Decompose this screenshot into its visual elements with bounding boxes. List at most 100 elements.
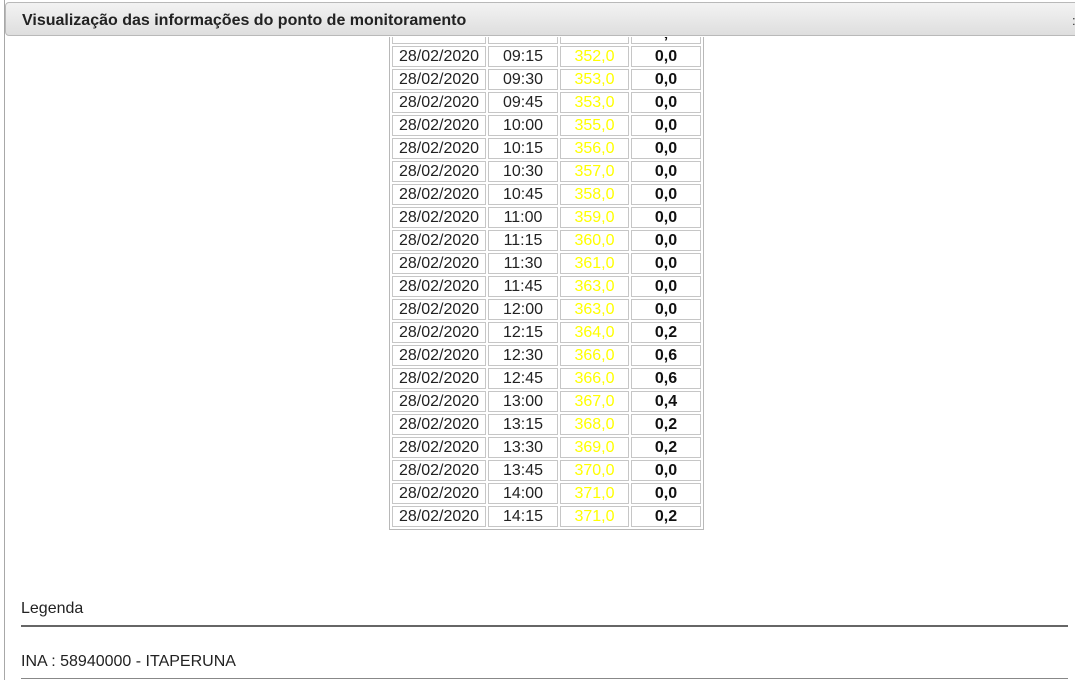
level-cell: 357,0 [560,161,629,182]
table-row: 28/02/2020 11:30 361,0 0,0 [392,253,701,274]
date-cell: 28/02/2020 [392,46,486,67]
rain-cell: 0,0 [631,299,701,320]
level-cell: 352,0 [560,46,629,67]
level-cell: 363,0 [560,276,629,297]
date-cell: 28/02/2020 [392,506,486,527]
date-cell: 28/02/2020 [392,368,486,389]
date-cell: 28/02/2020 [392,483,486,504]
level-cell: 358,0 [560,184,629,205]
date-cell: 28/02/2020 [392,69,486,90]
date-cell: 28/02/2020 [392,253,486,274]
table-row: 28/02/2020 14:15 371,0 0,2 [392,506,701,527]
level-cell: 371,0 [560,506,629,527]
time-cell: 11:00 [488,207,558,228]
date-cell: 28/02/2020 [392,276,486,297]
table-row: 28/02/2020 11:15 360,0 0,0 [392,230,701,251]
level-cell: 355,0 [560,115,629,136]
time-cell: 11:30 [488,253,558,274]
rain-cell: 0,4 [631,391,701,412]
table-row: 28/02/2020 12:00 363,0 0,0 [392,299,701,320]
station-divider [21,678,1068,679]
time-cell: 11:45 [488,276,558,297]
level-cell: 360,0 [560,230,629,251]
time-cell: 10:15 [488,138,558,159]
date-cell: 28/02/2020 [392,184,486,205]
time-cell: 12:00 [488,299,558,320]
rain-cell: 0,2 [631,437,701,458]
date-cell: 28/02/2020 [392,299,486,320]
table-row: 28/02/2020 13:00 367,0 0,4 [392,391,701,412]
level-cell: 363,0 [560,299,629,320]
level-cell: 359,0 [560,207,629,228]
table-row: 28/02/2020 10:00 355,0 0,0 [392,115,701,136]
table-row: 28/02/2020 12:45 366,0 0,6 [392,368,701,389]
monitoring-point-window: Visualização das informações do ponto de… [4,0,1075,680]
table-row: 28/02/2020 11:45 363,0 0,0 [392,276,701,297]
rain-cell: 0,2 [631,506,701,527]
time-cell: 13:00 [488,391,558,412]
rain-cell: 0,6 [631,345,701,366]
table-row: 28/02/2020 10:15 356,0 0,0 [392,138,701,159]
time-cell: 12:45 [488,368,558,389]
level-cell: 353,0 [560,69,629,90]
rain-cell: 0,6 [631,368,701,389]
time-cell: 11:15 [488,230,558,251]
time-cell: 09:45 [488,92,558,113]
readings-table: , 28/02/202009:15352,00,028/02/202009:30… [389,37,704,530]
time-cell: 12:30 [488,345,558,366]
content-area[interactable]: , 28/02/202009:15352,00,028/02/202009:30… [5,37,1075,680]
rain-cell: 0,0 [631,46,701,67]
rain-cell: , [631,37,701,44]
time-cell: 09:30 [488,69,558,90]
level-cell: 370,0 [560,460,629,481]
date-cell: 28/02/2020 [392,92,486,113]
rain-cell: 0,0 [631,161,701,182]
level-cell: 361,0 [560,253,629,274]
rain-cell: 0,0 [631,207,701,228]
rain-cell: 0,0 [631,460,701,481]
date-cell: 28/02/2020 [392,115,486,136]
time-cell [488,37,558,44]
rain-cell: 0,0 [631,184,701,205]
level-cell: 353,0 [560,92,629,113]
time-cell: 13:15 [488,414,558,435]
rain-cell: 0,0 [631,230,701,251]
level-cell: 364,0 [560,322,629,343]
date-cell: 28/02/2020 [392,161,486,182]
time-cell: 13:45 [488,460,558,481]
window-titlebar[interactable]: Visualização das informações do ponto de… [5,2,1075,36]
station-legend: INA : 58940000 - ITAPERUNA [21,653,236,670]
level-cell: 369,0 [560,437,629,458]
time-cell: 09:15 [488,46,558,67]
time-cell: 13:30 [488,437,558,458]
level-cell: 366,0 [560,368,629,389]
table-row: 28/02/2020 14:00 371,0 0,0 [392,483,701,504]
table-row: 28/02/2020 12:30 366,0 0,6 [392,345,701,366]
level-cell: 367,0 [560,391,629,412]
rain-cell: 0,2 [631,414,701,435]
date-cell: 28/02/2020 [392,322,486,343]
time-cell: 12:15 [488,322,558,343]
date-cell: 28/02/2020 [392,391,486,412]
table-row: 28/02/2020 13:45 370,0 0,0 [392,460,701,481]
date-cell: 28/02/2020 [392,138,486,159]
rain-cell: 0,2 [631,322,701,343]
rain-cell: 0,0 [631,483,701,504]
level-cell: 356,0 [560,138,629,159]
date-cell: 28/02/2020 [392,414,486,435]
legend-title: Legenda [21,600,84,617]
table-row: 28/02/2020 12:15 364,0 0,2 [392,322,701,343]
time-cell: 10:00 [488,115,558,136]
level-cell: 371,0 [560,483,629,504]
table-row: 28/02/2020 09:30 353,0 0,0 [392,69,701,90]
rain-cell: 0,0 [631,115,701,136]
time-cell: 10:45 [488,184,558,205]
table-row: 28/02/2020 09:15 352,0 0,0 [392,46,701,67]
table-row: 28/02/2020 10:30 357,0 0,0 [392,161,701,182]
time-cell: 10:30 [488,161,558,182]
level-cell: 368,0 [560,414,629,435]
table-row-partial: , [392,37,701,44]
time-cell: 14:15 [488,506,558,527]
rain-cell: 0,0 [631,276,701,297]
date-cell: 28/02/2020 [392,207,486,228]
